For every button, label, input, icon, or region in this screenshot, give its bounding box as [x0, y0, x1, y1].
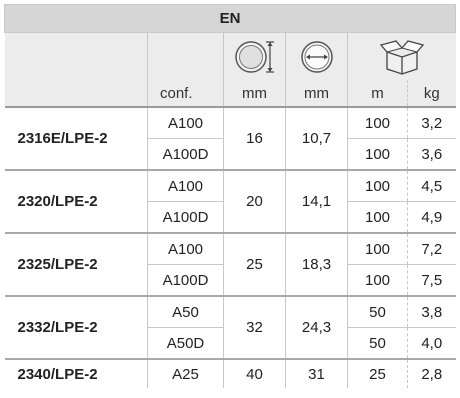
- product-code: 2316E/LPE-2: [4, 107, 148, 171]
- conf-column-header: conf.: [147, 80, 224, 108]
- product-code: 2325/LPE-2: [4, 233, 148, 297]
- package-box-icon: [347, 32, 456, 80]
- weight-cell: 3,6: [407, 138, 456, 171]
- conf-cell: A100D: [147, 201, 224, 234]
- table-row: 2316E/LPE-2 A100 16 10,7 100 3,2: [4, 107, 456, 171]
- length-cell: 25: [347, 359, 408, 388]
- weight-cell: 2,8: [407, 359, 456, 388]
- weight-cell: 4,9: [407, 201, 456, 234]
- outer-diameter-cell: 32: [223, 296, 286, 360]
- inner-diameter-cell: 18,3: [285, 233, 348, 297]
- weight-cell: 7,5: [407, 264, 456, 297]
- length-cell: 100: [347, 264, 408, 297]
- product-code: 2332/LPE-2: [4, 296, 148, 360]
- length-cell: 100: [347, 170, 408, 202]
- length-cell: 50: [347, 296, 408, 328]
- conf-cell: A100: [147, 107, 224, 139]
- inner-diameter-unit: mm: [285, 80, 348, 108]
- outer-diameter-cell: 20: [223, 170, 286, 234]
- table-row: 2325/LPE-2 A100 25 18,3 100 7,2: [4, 233, 456, 297]
- length-cell: 100: [347, 201, 408, 234]
- product-spec-table: EN conf. mm mm m kg 2316E/LPE-2 A100 16 …: [4, 4, 456, 388]
- inner-diameter-cell: 14,1: [285, 170, 348, 234]
- outer-diameter-icon: [223, 32, 286, 80]
- table-row: 2332/LPE-2 A50 32 24,3 50 3,8: [4, 296, 456, 360]
- outer-diameter-unit: mm: [223, 80, 286, 108]
- conf-cell: A100: [147, 170, 224, 202]
- table-row: 2320/LPE-2 A100 20 14,1 100 4,5: [4, 170, 456, 234]
- empty-header-cell: [147, 32, 224, 80]
- weight-unit: kg: [407, 80, 456, 108]
- conf-cell: A50D: [147, 327, 224, 360]
- empty-header-cell: [4, 80, 148, 108]
- length-cell: 100: [347, 107, 408, 139]
- table-title: EN: [4, 4, 456, 33]
- product-code: 2320/LPE-2: [4, 170, 148, 234]
- conf-cell: A50: [147, 296, 224, 328]
- length-cell: 100: [347, 138, 408, 171]
- inner-diameter-cell: 10,7: [285, 107, 348, 171]
- weight-cell: 4,0: [407, 327, 456, 360]
- weight-cell: 3,8: [407, 296, 456, 328]
- outer-diameter-cell: 16: [223, 107, 286, 171]
- length-cell: 100: [347, 233, 408, 265]
- weight-cell: 4,5: [407, 170, 456, 202]
- conf-cell: A100D: [147, 138, 224, 171]
- inner-diameter-icon: [285, 32, 348, 80]
- product-code: 2340/LPE-2: [17, 365, 98, 383]
- empty-header-cell: [4, 32, 148, 80]
- inner-diameter-cell: 31: [285, 359, 348, 388]
- outer-diameter-cell: 40: [223, 359, 286, 388]
- length-unit: m: [347, 80, 408, 108]
- table-row: 2340/LPE-2 A25 40 31 25 2,8: [5, 359, 456, 388]
- length-cell: 50: [347, 327, 408, 360]
- conf-cell: A100: [147, 233, 224, 265]
- outer-diameter-cell: 25: [223, 233, 286, 297]
- weight-cell: 7,2: [407, 233, 456, 265]
- inner-diameter-cell: 24,3: [285, 296, 348, 360]
- conf-cell: A25: [147, 359, 224, 388]
- weight-cell: 3,2: [407, 107, 456, 139]
- conf-cell: A100D: [147, 264, 224, 297]
